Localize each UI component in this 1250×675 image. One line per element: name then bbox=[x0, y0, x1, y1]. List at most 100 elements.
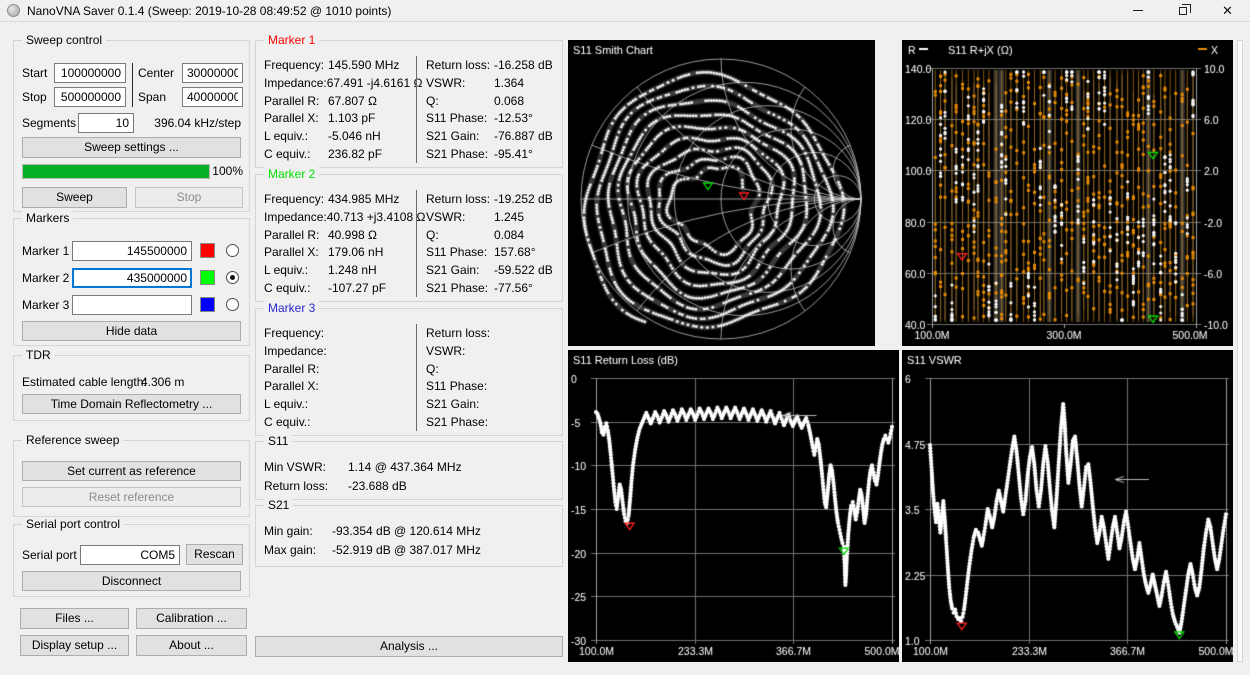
field-value: 236.82 pF bbox=[328, 147, 416, 161]
sweep-settings-button[interactable]: Sweep settings ... bbox=[22, 137, 241, 158]
marker-detail-row: Impedance:40.713 +j3.4108 Ω bbox=[264, 208, 416, 226]
field-label: S21 Phase: bbox=[426, 281, 494, 295]
marker-detail-row: Parallel X:1.103 pF bbox=[264, 109, 416, 127]
field-value: 1.14 @ 437.364 MHz bbox=[348, 460, 462, 474]
calibration-button[interactable]: Calibration ... bbox=[136, 608, 247, 629]
panel-splitter[interactable] bbox=[1237, 40, 1243, 662]
sweep-button[interactable]: Sweep bbox=[22, 187, 127, 208]
about-button[interactable]: About ... bbox=[136, 635, 247, 656]
field-value: 1.364 bbox=[494, 76, 557, 90]
s21-min-gain-row: Min gain:-93.354 dB @ 120.614 MHz bbox=[264, 521, 557, 540]
s11-min-vswr-row: Min VSWR:1.14 @ 437.364 MHz bbox=[264, 457, 557, 476]
s11-smith-chart[interactable] bbox=[568, 40, 875, 346]
sweep-control-group: Sweep control Start Center Stop Span Seg… bbox=[13, 40, 250, 212]
cable-length-label: Estimated cable length: bbox=[22, 372, 147, 392]
field-value: -76.887 dB bbox=[494, 129, 557, 143]
s21-max-gain-row: Max gain:-52.919 dB @ 387.017 MHz bbox=[264, 540, 557, 559]
field-label: Impedance: bbox=[264, 76, 327, 90]
marker3-input[interactable] bbox=[72, 295, 192, 315]
marker2-label: Marker 2 bbox=[22, 268, 69, 288]
reset-reference-button: Reset reference bbox=[22, 487, 241, 507]
marker-detail-row: S21 Gain: bbox=[426, 395, 557, 413]
field-value: -23.688 dB bbox=[348, 479, 407, 493]
serial-port-input[interactable] bbox=[80, 545, 180, 565]
marker-detail-row: VSWR: bbox=[426, 342, 557, 360]
field-value: -16.258 dB bbox=[494, 58, 557, 72]
field-label: Q: bbox=[426, 94, 494, 108]
s11-rjx-chart[interactable] bbox=[902, 40, 1233, 346]
marker2-details: Frequency:434.985 MHzImpedance:40.713 +j… bbox=[264, 190, 557, 297]
field-label: C equiv.: bbox=[264, 147, 328, 161]
field-label: Return loss: bbox=[426, 326, 494, 340]
minimize-button[interactable] bbox=[1115, 0, 1160, 22]
display-setup-button[interactable]: Display setup ... bbox=[20, 635, 129, 656]
marker3-radio[interactable] bbox=[226, 298, 239, 311]
s21-summary-box: S21 Min gain:-93.354 dB @ 120.614 MHz Ma… bbox=[255, 505, 563, 567]
segments-input[interactable] bbox=[78, 113, 134, 133]
field-value: 40.998 Ω bbox=[328, 228, 416, 242]
marker3-color-swatch[interactable] bbox=[200, 297, 215, 312]
restore-button[interactable] bbox=[1160, 0, 1205, 22]
app-icon bbox=[7, 4, 20, 17]
field-label: Impedance: bbox=[264, 210, 327, 224]
analysis-button[interactable]: Analysis ... bbox=[255, 636, 563, 657]
marker-detail-row: Frequency:145.590 MHz bbox=[264, 56, 416, 74]
minimize-icon bbox=[1133, 10, 1143, 11]
s21-summary-title: S21 bbox=[264, 498, 293, 513]
close-button[interactable]: ✕ bbox=[1205, 0, 1250, 22]
segments-label: Segments bbox=[22, 113, 76, 133]
files-button[interactable]: Files ... bbox=[20, 608, 129, 629]
marker-detail-row: C equiv.: bbox=[264, 413, 416, 431]
field-value: -107.27 pF bbox=[328, 281, 416, 295]
marker1-color-swatch[interactable] bbox=[200, 243, 215, 258]
s11-vswr-chart[interactable] bbox=[902, 350, 1233, 662]
s11-return-loss-row: Return loss:-23.688 dB bbox=[264, 476, 557, 495]
marker2-color-swatch[interactable] bbox=[200, 270, 215, 285]
marker-detail-row: Q: bbox=[426, 360, 557, 378]
marker-detail-row: S21 Phase: bbox=[426, 413, 557, 431]
marker2-radio[interactable] bbox=[226, 271, 239, 284]
disconnect-button[interactable]: Disconnect bbox=[22, 571, 241, 591]
field-label: VSWR: bbox=[426, 210, 494, 224]
field-label: C equiv.: bbox=[264, 415, 328, 429]
field-value: -52.919 dB @ 387.017 MHz bbox=[332, 543, 481, 557]
marker2-detail-box: Marker 2 Frequency:434.985 MHzImpedance:… bbox=[255, 174, 563, 302]
marker-detail-row: Parallel X:179.06 nH bbox=[264, 243, 416, 261]
stop-input[interactable] bbox=[54, 87, 126, 107]
marker2-input[interactable] bbox=[72, 268, 192, 288]
marker2-detail-title: Marker 2 bbox=[264, 167, 319, 182]
field-label: Parallel R: bbox=[264, 362, 328, 376]
field-label: S21 Gain: bbox=[426, 129, 494, 143]
s11-summary-title: S11 bbox=[264, 434, 292, 449]
hide-data-button[interactable]: Hide data bbox=[22, 321, 241, 341]
tdr-button[interactable]: Time Domain Reflectometry ... bbox=[22, 394, 241, 414]
field-value: 179.06 nH bbox=[328, 245, 416, 259]
marker-detail-row: S11 Phase:-12.53° bbox=[426, 109, 557, 127]
marker3-label: Marker 3 bbox=[22, 295, 69, 315]
field-label: S11 Phase: bbox=[426, 245, 494, 259]
center-input[interactable] bbox=[182, 63, 243, 83]
field-label: Max gain: bbox=[264, 543, 332, 557]
field-label: VSWR: bbox=[426, 344, 494, 358]
s11-summary-box: S11 Min VSWR:1.14 @ 437.364 MHz Return l… bbox=[255, 441, 563, 500]
field-label: S11 Phase: bbox=[426, 111, 494, 125]
cable-length-value: 4.306 m bbox=[141, 372, 184, 392]
progress-percent: 100% bbox=[212, 161, 243, 181]
span-input[interactable] bbox=[182, 87, 243, 107]
marker-detail-row: C equiv.:236.82 pF bbox=[264, 145, 416, 163]
marker-detail-row: L equiv.:-5.046 nH bbox=[264, 127, 416, 145]
rescan-button[interactable]: Rescan bbox=[186, 544, 243, 565]
field-label: L equiv.: bbox=[264, 129, 328, 143]
set-reference-button[interactable]: Set current as reference bbox=[22, 461, 241, 481]
marker-detail-row: Return loss: bbox=[426, 324, 557, 342]
field-label: Min gain: bbox=[264, 524, 332, 538]
marker1-radio[interactable] bbox=[226, 244, 239, 257]
start-input[interactable] bbox=[54, 63, 126, 83]
field-label: S11 Phase: bbox=[426, 379, 494, 393]
field-value: 67.807 Ω bbox=[328, 94, 416, 108]
marker-detail-row: S21 Gain:-59.522 dB bbox=[426, 261, 557, 279]
s11-return-loss-chart[interactable] bbox=[568, 350, 899, 662]
field-value: 1.248 nH bbox=[328, 263, 416, 277]
field-value: 157.68° bbox=[494, 245, 557, 259]
marker1-input[interactable] bbox=[72, 241, 192, 261]
